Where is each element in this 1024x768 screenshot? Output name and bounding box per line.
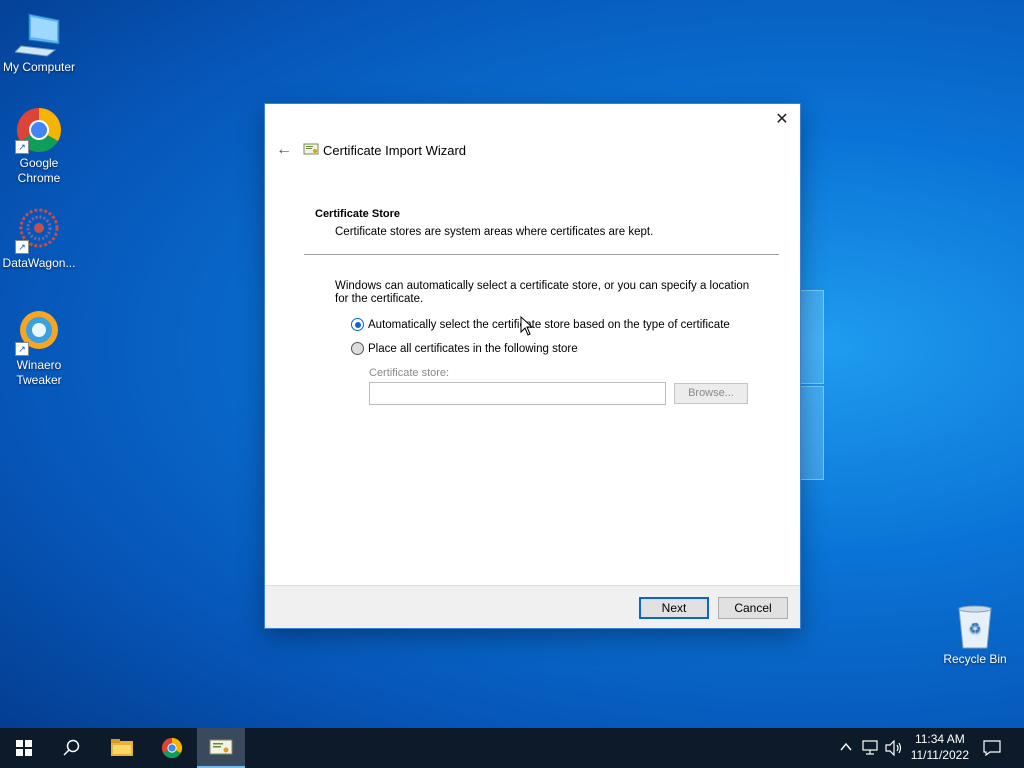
taskbar-chrome[interactable] [148,728,196,768]
clock-date: 11/11/2022 [910,748,969,762]
desktop-icon-label: Google Chrome [17,156,61,185]
taskbar-certificate-wizard[interactable] [197,728,245,768]
close-button[interactable]: ✕ [770,110,794,130]
search-icon [63,739,80,756]
wallpaper-logo-pane [800,386,824,480]
taskbar-file-explorer[interactable] [98,728,146,768]
certificate-icon [303,141,319,157]
datawagon-icon: ↗ [15,206,63,254]
certificate-store-label: Certificate store: [369,367,450,379]
start-icon [16,740,32,756]
desktop-icon-label: My Computer [2,60,76,74]
computer-icon [13,10,63,58]
radio-auto-select-store[interactable]: Automatically select the certificate sto… [351,318,730,331]
shortcut-arrow-icon: ↗ [15,240,29,254]
dialog-title: Certificate Import Wizard [323,143,467,158]
desktop-icon-label: Winaero Tweaker [16,358,62,387]
taskbar: 11:34 AM 11/11/2022 [0,728,1024,768]
start-button[interactable] [0,728,48,768]
file-explorer-icon [111,739,133,756]
svg-text:♻: ♻ [969,621,982,637]
section-description: Certificate stores are system areas wher… [335,226,654,238]
intro-text: Windows can automatically select a certi… [335,280,750,305]
clock-time: 11:34 AM [914,732,965,746]
volume-icon[interactable] [885,739,903,759]
chevron-up-icon[interactable] [839,740,853,757]
radio-place-in-store[interactable]: Place all certificates in the following … [351,342,578,355]
search-button[interactable] [48,728,96,768]
radio-button-checked[interactable] [351,318,364,331]
certificate-import-wizard-dialog: ✕ ← Certificate Import Wizard Certificat… [265,104,800,628]
cancel-button[interactable]: Cancel [718,597,788,619]
desktop-icon-label: DataWagon... [2,256,76,270]
divider [304,254,779,255]
shortcut-arrow-icon: ↗ [15,342,29,356]
network-icon[interactable] [862,740,880,759]
radio-button-unchecked[interactable] [351,342,364,355]
recycle-bin-icon: ♻ [951,602,999,650]
desktop-icon-google-chrome[interactable]: ↗ Google Chrome [0,106,81,186]
desktop-icon-winaero-tweaker[interactable]: ↗ Winaero Tweaker [0,308,81,388]
section-heading: Certificate Store [315,208,400,220]
chrome-icon: ↗ [15,106,63,154]
back-button[interactable]: ← [273,140,295,160]
browse-button[interactable]: Browse... [674,383,748,404]
desktop-icon-recycle-bin[interactable]: ♻ Recycle Bin [933,602,1017,667]
winaero-icon: ↗ [15,308,63,356]
radio-label: Automatically select the certificate sto… [368,318,730,331]
dialog-footer: Next Cancel [265,585,800,628]
certificate-wizard-icon [209,739,233,755]
chrome-icon [161,737,183,759]
next-button[interactable]: Next [639,597,709,619]
desktop-icon-datawagon[interactable]: ↗ DataWagon... [0,206,81,271]
certificate-store-field[interactable] [369,382,666,405]
notification-icon[interactable] [983,740,1001,759]
desktop-icon-my-computer[interactable]: My Computer [0,10,81,75]
taskbar-clock[interactable]: 11:34 AM 11/11/2022 [911,731,969,763]
desktop-icon-label: Recycle Bin [943,652,1007,666]
shortcut-arrow-icon: ↗ [15,140,29,154]
wallpaper-logo-pane [800,290,824,384]
radio-label: Place all certificates in the following … [368,342,578,355]
